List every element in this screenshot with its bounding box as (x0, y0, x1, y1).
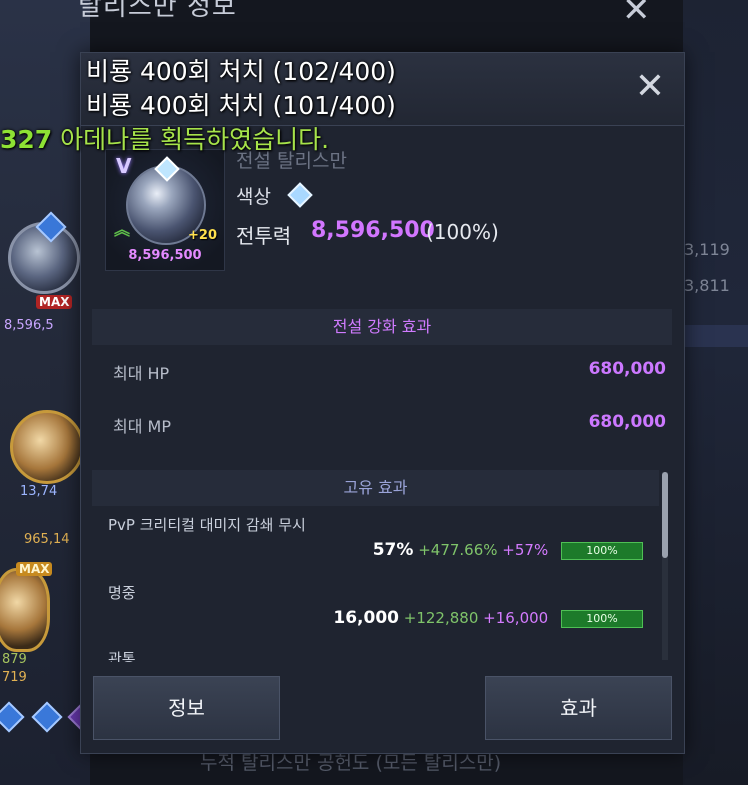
background-close-icon[interactable]: ✕ (622, 0, 651, 30)
combat-power-percent: (100%) (426, 220, 499, 244)
stat-label-max-hp: 최대 HP (113, 364, 170, 383)
background-right-value: 3,119 (684, 240, 730, 259)
unique-stat-label: PvP 크리티컬 대미지 감쇄 무시 (108, 516, 306, 534)
background-value: 965,14 (24, 532, 70, 547)
notification-line: 비룡 400회 처치 (102/400) (86, 57, 396, 86)
grade-letter: V (116, 154, 132, 178)
stat-value-max-mp: 680,000 (588, 412, 666, 432)
unique-stat-bonus-purple: +57% (502, 541, 549, 559)
unique-stat-bonus: +477.66% (418, 541, 498, 559)
stat-label-max-mp: 최대 MP (113, 417, 171, 436)
adena-text: 아데나를 획득하였습니다. (60, 125, 330, 154)
legend-effect-header: 전설 강화 효과 (92, 309, 672, 345)
max-badge: MAX (36, 295, 73, 309)
unique-stat-label: 명중 (108, 584, 136, 602)
enhance-level: +20 (188, 228, 217, 243)
unique-stat-base: 16,000 (333, 608, 399, 628)
talisman-item-icon[interactable]: V ︽ +20 8,596,500 (105, 149, 225, 271)
combat-power-value: 8,596,500 (311, 218, 435, 243)
background-left-panel (0, 0, 90, 785)
unique-effect-list[interactable]: PvP 크리티컬 대미지 감쇄 무시 57% +477.66% +57% 100… (92, 506, 659, 662)
adena-amount: 327 (0, 125, 53, 154)
background-right-value: 3,811 (684, 276, 730, 295)
notification-line: 비룡 400회 처치 (101/400) (86, 91, 396, 120)
color-label: 색상 (236, 186, 271, 208)
chevron-up-icon: ︽ (114, 220, 131, 239)
unique-stat-base: 57% (372, 540, 414, 560)
info-button[interactable]: 정보 (93, 676, 280, 740)
background-right-panel (683, 0, 748, 785)
stat-value-max-hp: 680,000 (588, 359, 666, 379)
scrollbar-thumb[interactable] (662, 472, 668, 558)
background-talisman-gold-icon[interactable] (10, 410, 84, 484)
background-value: 879 (2, 652, 27, 667)
unique-stat-label: 관통 (108, 650, 136, 662)
unique-stat-bonus: +122,880 (403, 609, 479, 627)
background-talisman-gold-icon[interactable] (0, 568, 50, 652)
unique-stat-row: 16,000 +122,880 +16,000 100% (333, 608, 643, 628)
background-cp-value: 8,596,5 (4, 318, 54, 333)
progress-bar: 100% (561, 609, 643, 628)
background-cp-value: 13,74 (20, 484, 58, 499)
unique-effect-header: 고유 효과 (92, 470, 659, 506)
background-value: 719 (2, 670, 27, 685)
unique-stat-bonus-purple: +16,000 (483, 609, 549, 627)
close-icon[interactable]: ✕ (630, 67, 670, 107)
combat-power-label: 전투력 (236, 224, 292, 248)
background-window-title: 탈리스만 정보 (78, 0, 237, 22)
item-combat-power: 8,596,500 (128, 248, 202, 263)
progress-bar: 100% (561, 541, 643, 560)
background-highlight-strip (683, 325, 748, 347)
notification-adena: 327 아데나를 획득하였습니다. (0, 120, 329, 156)
unique-stat-row: 57% +477.66% +57% 100% (373, 540, 643, 560)
max-badge: MAX (16, 562, 53, 576)
effect-button[interactable]: 효과 (485, 676, 672, 740)
